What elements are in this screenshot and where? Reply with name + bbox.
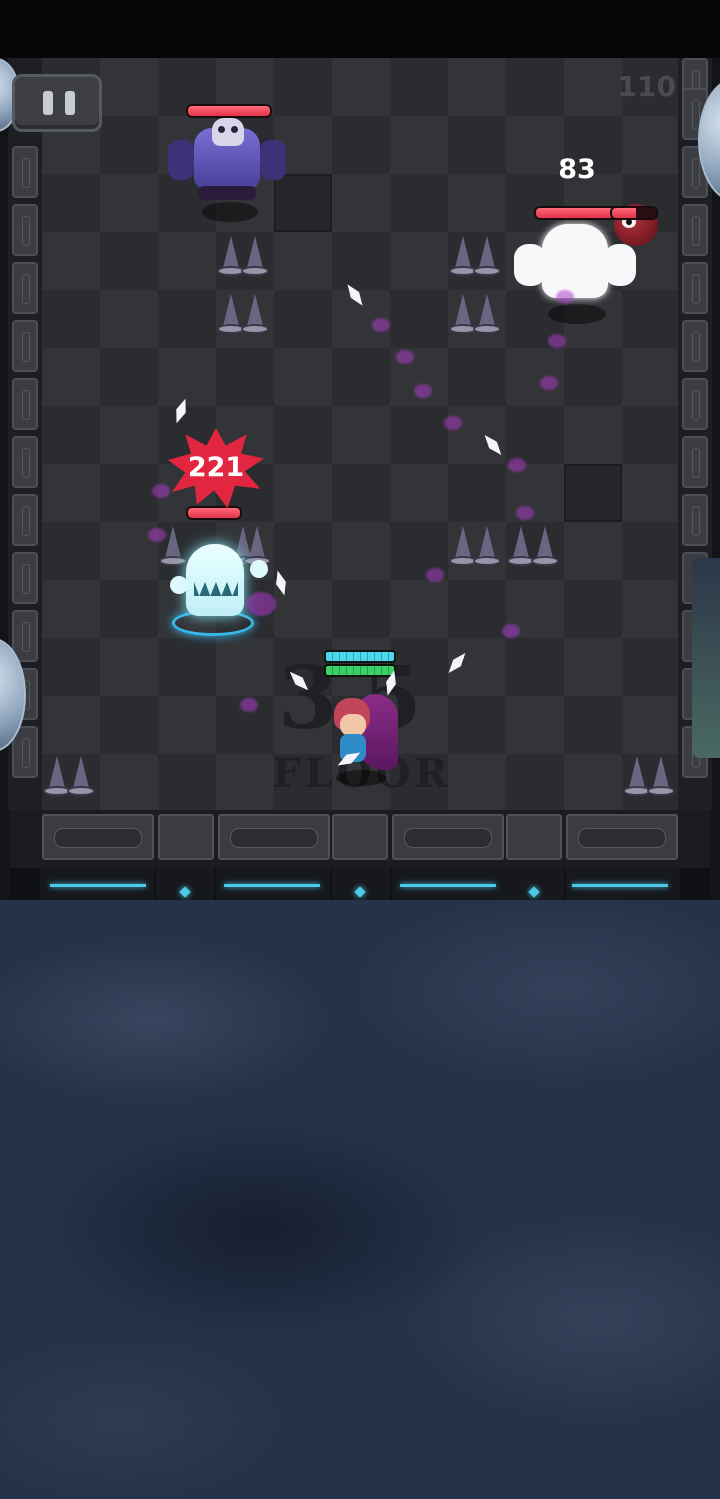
enemy-hp-bar: [534, 206, 618, 220]
spike-trap: [448, 282, 504, 336]
player-shield-fill: [326, 652, 394, 661]
enemy-shadow: [548, 304, 606, 324]
spike-trap: [622, 744, 678, 798]
enemy-shadow: [202, 202, 258, 222]
poison-wisp: [246, 592, 276, 616]
spike-trap: [216, 282, 272, 336]
damage-number: 83: [558, 154, 596, 185]
poison-wisp: [502, 624, 520, 638]
spike-trap: [42, 744, 98, 798]
poison-wisp: [240, 698, 258, 712]
enemy-hp-bar: [186, 104, 272, 118]
spike-trap: [216, 224, 272, 278]
poison-wisp: [372, 318, 390, 332]
poison-wisp: [548, 334, 566, 348]
enemy-hp-fill: [536, 208, 616, 218]
side-crystal: [692, 558, 720, 758]
spike-trap: [506, 514, 562, 568]
spike-trap: [448, 224, 504, 278]
crit-damage-number: 221: [187, 452, 245, 483]
enemy-hp-fill: [612, 208, 637, 218]
poison-wisp: [556, 290, 574, 304]
poison-wisp: [396, 350, 414, 364]
bottom-rail: [10, 868, 710, 900]
poison-wisp: [444, 416, 462, 430]
enemy-hp-bar: [610, 206, 658, 220]
level-counter: 110: [617, 70, 676, 103]
poison-wisp: [516, 506, 534, 520]
enemy-hp-fill: [188, 106, 270, 116]
player-character: [326, 690, 402, 776]
enemy-skull-robot: [168, 118, 286, 200]
arena: 35 FLOOR 83: [0, 58, 720, 900]
enemy-hp-bar: [186, 506, 242, 520]
player-shield-bar: [324, 650, 396, 663]
enemy-hp-fill: [188, 508, 240, 518]
poison-wisp: [508, 458, 526, 472]
poison-wisp: [414, 384, 432, 398]
pause-button[interactable]: [12, 74, 102, 132]
status-bar: [0, 0, 720, 58]
player-hp-fill: [326, 666, 394, 675]
poison-wisp: [152, 484, 170, 498]
poison-wisp: [540, 376, 558, 390]
pit-tile: [564, 464, 622, 522]
spike-trap: [448, 514, 504, 568]
poison-wisp: [426, 568, 444, 582]
poison-wisp: [148, 528, 166, 542]
cloud-background: [0, 900, 720, 1499]
player-hp-bar: [324, 664, 396, 677]
bottom-wall: [10, 810, 710, 868]
